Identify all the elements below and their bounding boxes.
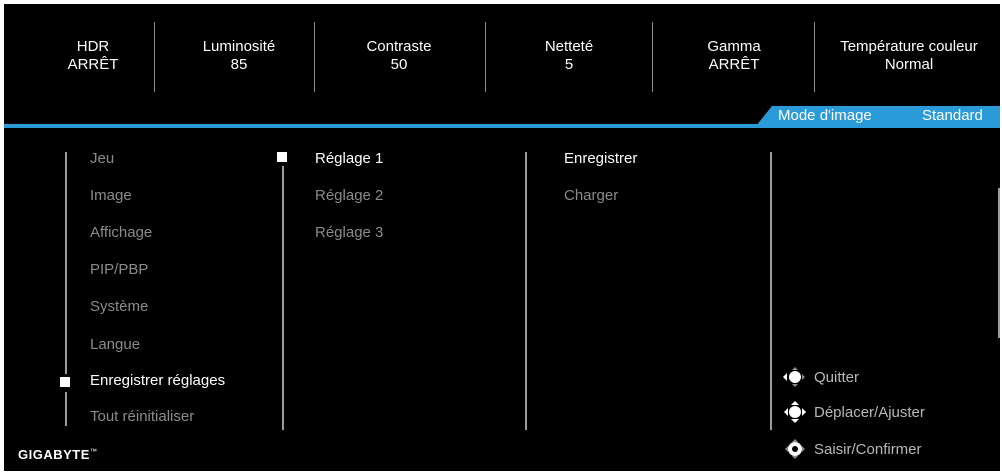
top-divider [814,22,815,92]
gamma-status[interactable]: Gamma ARRÊT [664,38,804,74]
action-charger[interactable]: Charger [564,187,618,205]
actions-line [525,152,527,430]
menu-item-affichage[interactable]: Affichage [90,224,152,242]
joystick-press-icon [785,439,805,459]
gamma-label: Gamma [707,38,761,55]
menu-item-langue[interactable]: Langue [90,336,140,354]
hint-move-adjust: Déplacer/Ajuster [780,401,925,423]
gamma-value: ARRÊT [708,56,760,73]
menu-item-jeu[interactable]: Jeu [90,150,114,168]
selection-marker-icon [60,377,70,387]
brand-mark: ™ [89,448,98,456]
scroll-edge [998,188,1000,338]
header-divider [4,124,1000,128]
sharpness-value: 5 [564,56,574,73]
contrast-value: 50 [390,56,408,73]
brand-name: GIGABYTE [18,447,90,462]
hint-quit-label: Quitter [814,368,860,386]
menu-item-pip-pbp[interactable]: PIP/PBP [90,261,148,279]
color-temperature-label: Température couleur [840,38,978,55]
top-divider [652,22,653,92]
hint-confirm-label: Saisir/Confirmer [814,440,922,458]
main-menu-line [65,152,67,374]
menu-item-image[interactable]: Image [90,187,132,205]
top-divider [485,22,486,92]
hdr-value: ARRÊT [67,56,119,73]
sub-item-reglage-3[interactable]: Réglage 3 [315,224,383,242]
gigabyte-logo: GIGABYTE™ [18,447,97,462]
menu-item-systeme[interactable]: Système [90,298,148,316]
osd-panel: HDR ARRÊT Luminosité 85 Contraste 50 Net… [4,4,1000,471]
sub-menu-line [282,166,284,430]
color-temperature-status[interactable]: Température couleur Normal [818,38,1000,74]
joystick-move-icon [784,401,806,423]
menu-item-enregistrer-reglages[interactable]: Enregistrer réglages [90,372,225,390]
sharpness-label: Netteté [544,38,594,55]
action-enregistrer[interactable]: Enregistrer [564,150,637,168]
top-divider [314,22,315,92]
brightness-status[interactable]: Luminosité 85 [174,38,304,74]
hint-move-adjust-label: Déplacer/Ajuster [814,403,925,421]
sub-item-reglage-2[interactable]: Réglage 2 [315,187,383,205]
menu-item-tout-reinitialiser[interactable]: Tout réinitialiser [90,408,194,426]
brightness-value: 85 [230,56,248,73]
hint-quit: Quitter [780,366,859,388]
brightness-label: Luminosité [202,38,276,55]
contrast-status[interactable]: Contraste 50 [324,38,474,74]
main-menu-line [65,392,67,426]
hdr-label: HDR [76,38,110,55]
hdr-status[interactable]: HDR ARRÊT [48,38,138,74]
info-line [770,152,772,430]
picture-mode-label: Mode d'image [778,107,872,124]
joystick-left-icon [783,367,805,387]
color-temperature-value: Normal [884,56,934,73]
top-divider [154,22,155,92]
selection-marker-icon [277,152,287,162]
hint-confirm: Saisir/Confirmer [780,438,922,460]
picture-mode-value: Standard [922,107,983,124]
contrast-label: Contraste [366,38,432,55]
sub-item-reglage-1[interactable]: Réglage 1 [315,150,383,168]
sharpness-status[interactable]: Netteté 5 [504,38,634,74]
